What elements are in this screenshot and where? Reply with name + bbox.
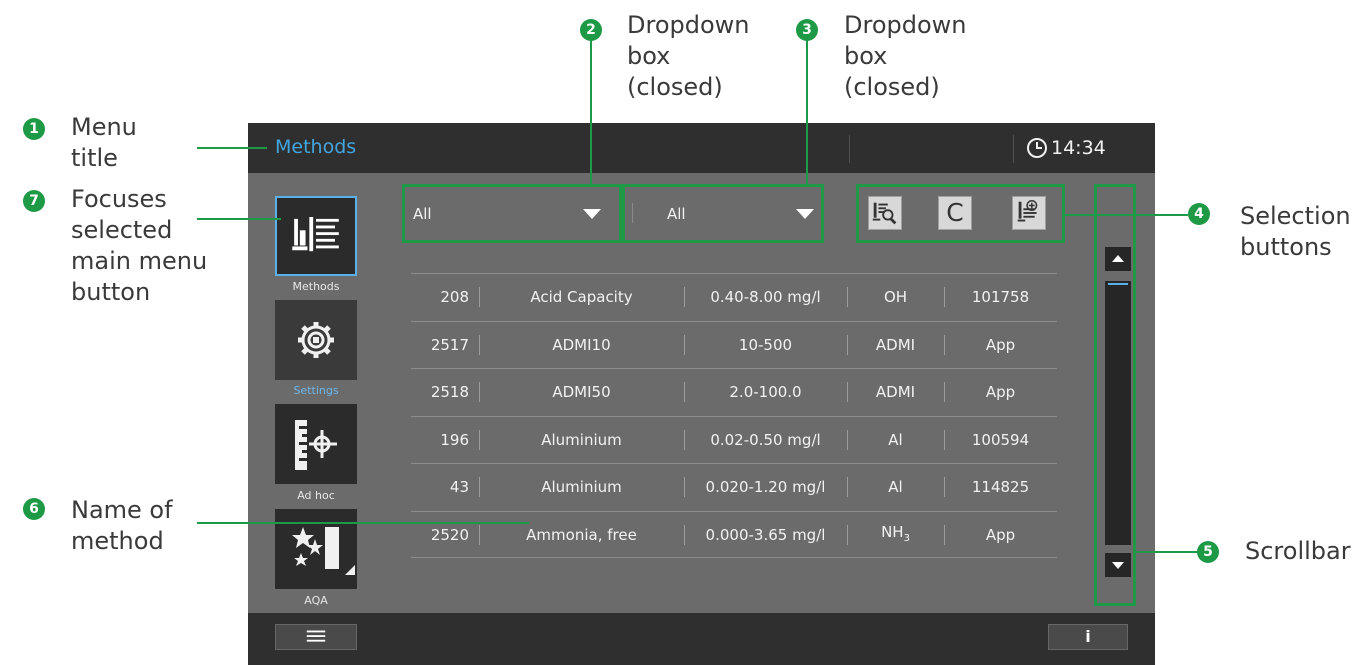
method-reference: 101758: [971, 288, 1030, 306]
method-name: ADMI50: [552, 383, 611, 401]
method-range: 2.0-100.0: [729, 383, 802, 401]
method-reference: 100594: [971, 430, 1030, 449]
leader-line: [1136, 551, 1198, 553]
method-range: 0.02-0.50 mg/l: [710, 430, 821, 449]
callout-badge-6: 6: [23, 498, 45, 520]
method-name: ADMI10: [552, 335, 611, 354]
table-row[interactable]: 208 Acid Capacity 0.40-8.00 mg/l OH 1017…: [411, 273, 1057, 321]
table-row[interactable]: 196 Aluminium 0.02-0.50 mg/l Al 100594: [411, 415, 1057, 464]
callout-badge-4: 4: [1188, 203, 1210, 225]
unit-base: NH: [881, 522, 904, 541]
nav-settings-label: Settings: [293, 384, 339, 397]
main-menu-button[interactable]: [275, 624, 357, 650]
method-range: 0.40-8.00 mg/l: [710, 288, 821, 306]
leader-line: [197, 147, 267, 149]
method-reference: App: [985, 383, 1016, 401]
callout-badge-7: 7: [23, 190, 45, 212]
method-unit: Al: [888, 478, 903, 496]
callout-text-4: Selection buttons: [1240, 202, 1351, 261]
leader-line: [197, 218, 281, 220]
top-bar: Methods 14:34: [248, 123, 1155, 173]
method-unit: Al: [888, 430, 903, 449]
method-range: 0.000-3.65 mg/l: [705, 525, 826, 544]
scrollbar-highlight: [1094, 184, 1136, 606]
callout-badge-1: 1: [23, 118, 45, 140]
dropdown-2-highlight: [622, 184, 824, 243]
callout-badge-5: 5: [1197, 541, 1219, 563]
nav-methods-button[interactable]: [275, 196, 357, 276]
stars-icon: [292, 527, 355, 575]
method-number: 196: [440, 430, 469, 449]
method-range: 0.020-1.20 mg/l: [705, 478, 826, 496]
method-unit: ADMI: [875, 383, 916, 401]
gear-icon: [298, 322, 334, 358]
divider: [849, 135, 850, 163]
nav-adhoc-button[interactable]: [275, 404, 357, 484]
callout-text-7: Focuses selected main menu button: [71, 185, 208, 306]
method-unit: NH3: [847, 512, 944, 559]
method-name: Aluminium: [541, 478, 622, 496]
method-reference: App: [985, 525, 1016, 544]
selection-buttons-highlight: [856, 184, 1065, 243]
leader-line: [1065, 214, 1188, 216]
methods-list-icon: [292, 217, 339, 252]
leader-line: [806, 40, 808, 185]
hamburger-icon: [306, 630, 326, 642]
leader-line: [197, 522, 529, 524]
menu-title: Methods: [275, 136, 357, 158]
callout-text-6: Name of method: [71, 496, 173, 555]
table-row[interactable]: 43 Aluminium 0.020-1.20 mg/l Al 114825: [411, 463, 1057, 511]
clock-icon: [1027, 138, 1047, 158]
method-unit: OH: [883, 288, 908, 306]
ruler-target-icon: [295, 420, 337, 470]
method-unit: ADMI: [875, 335, 916, 354]
callout-text-5: Scrollbar: [1245, 537, 1351, 565]
method-name: Ammonia, free: [526, 525, 637, 544]
dropdown-1-highlight: [402, 184, 622, 243]
table-row[interactable]: 2518 ADMI50 2.0-100.0 ADMI App: [411, 368, 1057, 416]
nav-methods-label: Methods: [292, 280, 340, 293]
nav-adhoc-label: Ad hoc: [297, 489, 335, 502]
clock-time: 14:34: [1051, 137, 1106, 159]
table-row[interactable]: 2517 ADMI10 10-500 ADMI App: [411, 320, 1057, 369]
nav-settings-button[interactable]: [275, 300, 357, 380]
method-range: 10-500: [738, 335, 793, 354]
method-reference: 114825: [971, 478, 1030, 496]
method-table: 208 Acid Capacity 0.40-8.00 mg/l OH 1017…: [411, 273, 1057, 558]
leader-line: [590, 40, 592, 185]
method-reference: App: [985, 335, 1016, 354]
method-name: Aluminium: [541, 430, 622, 449]
callout-badge-2: 2: [580, 19, 602, 41]
method-number: 208: [440, 288, 469, 306]
table-row[interactable]: 2520 Ammonia, free 0.000-3.65 mg/l NH3 A…: [411, 510, 1057, 559]
bottom-bar: i: [248, 613, 1155, 665]
divider: [1013, 135, 1014, 163]
method-number: 2520: [430, 525, 469, 544]
method-number: 2518: [430, 383, 469, 401]
callout-badge-3: 3: [796, 19, 818, 41]
callout-text-1: Menu title: [71, 113, 137, 172]
method-number: 43: [449, 478, 469, 496]
nav-aqa-label: AQA: [304, 594, 328, 607]
callout-text-3: Dropdown box (closed): [844, 11, 967, 101]
method-name: Acid Capacity: [530, 288, 633, 306]
nav-aqa-button[interactable]: [275, 509, 357, 589]
method-number: 2517: [430, 335, 469, 354]
info-button[interactable]: i: [1048, 624, 1128, 650]
callout-text-2: Dropdown box (closed): [627, 11, 750, 101]
unit-subscript: 3: [903, 532, 910, 544]
